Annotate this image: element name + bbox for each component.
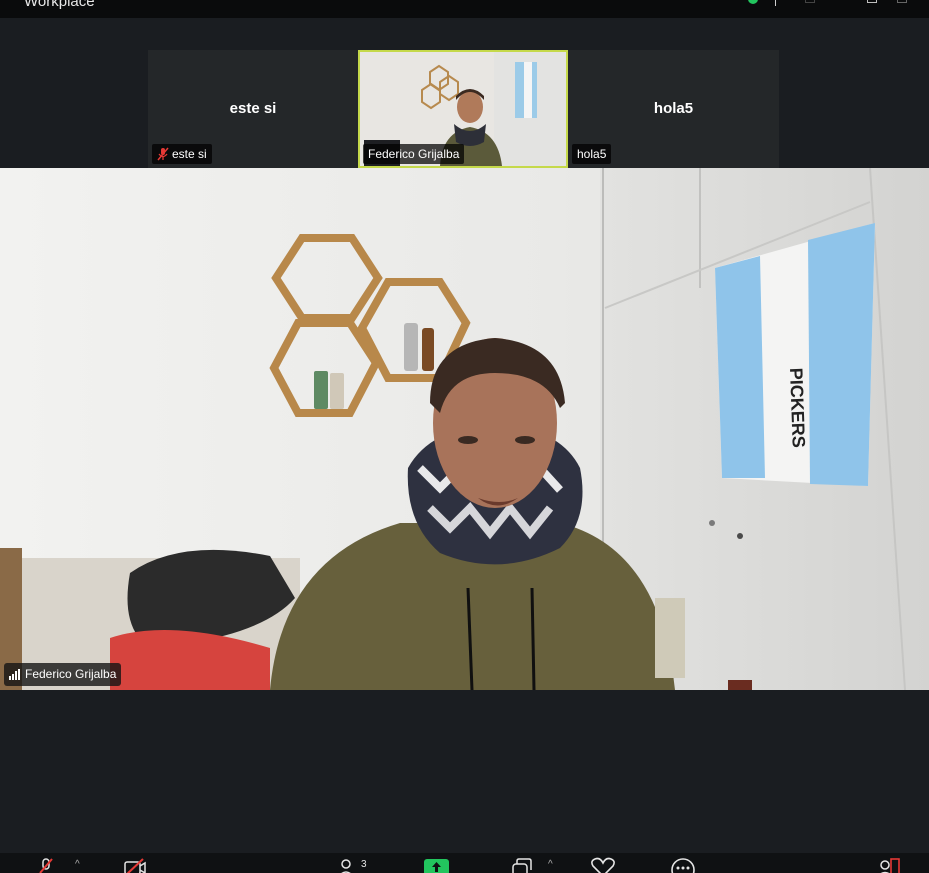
meeting-toolbar: ^ 3 ^ [0, 853, 929, 873]
microphone-button[interactable] [36, 857, 62, 873]
participant-name-tag: hola5 [572, 144, 612, 164]
share-screen-button[interactable] [424, 859, 449, 873]
camera-button[interactable] [123, 857, 149, 873]
app-title: Workplace [24, 0, 95, 10]
meeting-window: Workplace este si este si Federico Grija… [0, 0, 929, 873]
maximize-icon[interactable] [867, 0, 877, 3]
speaker-video-frame: PICKERS [0, 168, 929, 690]
window-layout-icon[interactable] [805, 0, 815, 3]
participant-display-name: hola5 [653, 100, 694, 117]
participant-tile-este-si[interactable]: este si este si [148, 50, 358, 168]
mic-options-chevron-icon[interactable]: ^ [75, 859, 80, 870]
more-options-button[interactable] [670, 857, 696, 873]
signal-strength-icon [9, 669, 20, 680]
speaker-name-tag: Federico Grijalba [4, 663, 122, 686]
participant-name-tag: este si [152, 144, 212, 164]
leave-meeting-button[interactable] [876, 857, 902, 873]
participant-display-name: este si [229, 100, 277, 117]
mic-muted-icon [39, 858, 53, 873]
participant-strip: este si este si Federico Grijalba hola5 … [148, 50, 779, 168]
leave-icon [880, 858, 900, 873]
close-icon[interactable] [897, 0, 907, 3]
participants-count: 3 [361, 859, 367, 870]
main-speaker-video[interactable]: PICKERS [0, 168, 929, 690]
title-divider [775, 0, 776, 6]
svg-text:PICKERS: PICKERS [786, 367, 809, 448]
participant-tile-hola5[interactable]: hola5 hola5 [568, 50, 779, 168]
mic-muted-icon [157, 147, 169, 161]
more-dots-icon [671, 858, 695, 873]
speaker-name-label: Federico Grijalba [25, 667, 117, 681]
heart-icon [591, 857, 615, 873]
participant-name-label: hola5 [577, 147, 607, 161]
rooms-icon [512, 858, 532, 873]
title-bar: Workplace [0, 0, 929, 18]
participant-tile-federico-grijalba[interactable]: Federico Grijalba [358, 50, 568, 168]
participant-name-label: Federico Grijalba [368, 147, 460, 161]
reactions-button[interactable] [590, 857, 616, 873]
participant-name-label: este si [172, 147, 207, 161]
participant-name-tag: Federico Grijalba [363, 144, 465, 164]
participants-icon [341, 859, 351, 873]
rooms-options-chevron-icon[interactable]: ^ [548, 859, 553, 870]
camera-muted-icon [124, 858, 146, 873]
share-screen-icon [432, 862, 441, 872]
connection-status-icon [748, 0, 758, 4]
breakout-rooms-button[interactable] [510, 857, 536, 873]
